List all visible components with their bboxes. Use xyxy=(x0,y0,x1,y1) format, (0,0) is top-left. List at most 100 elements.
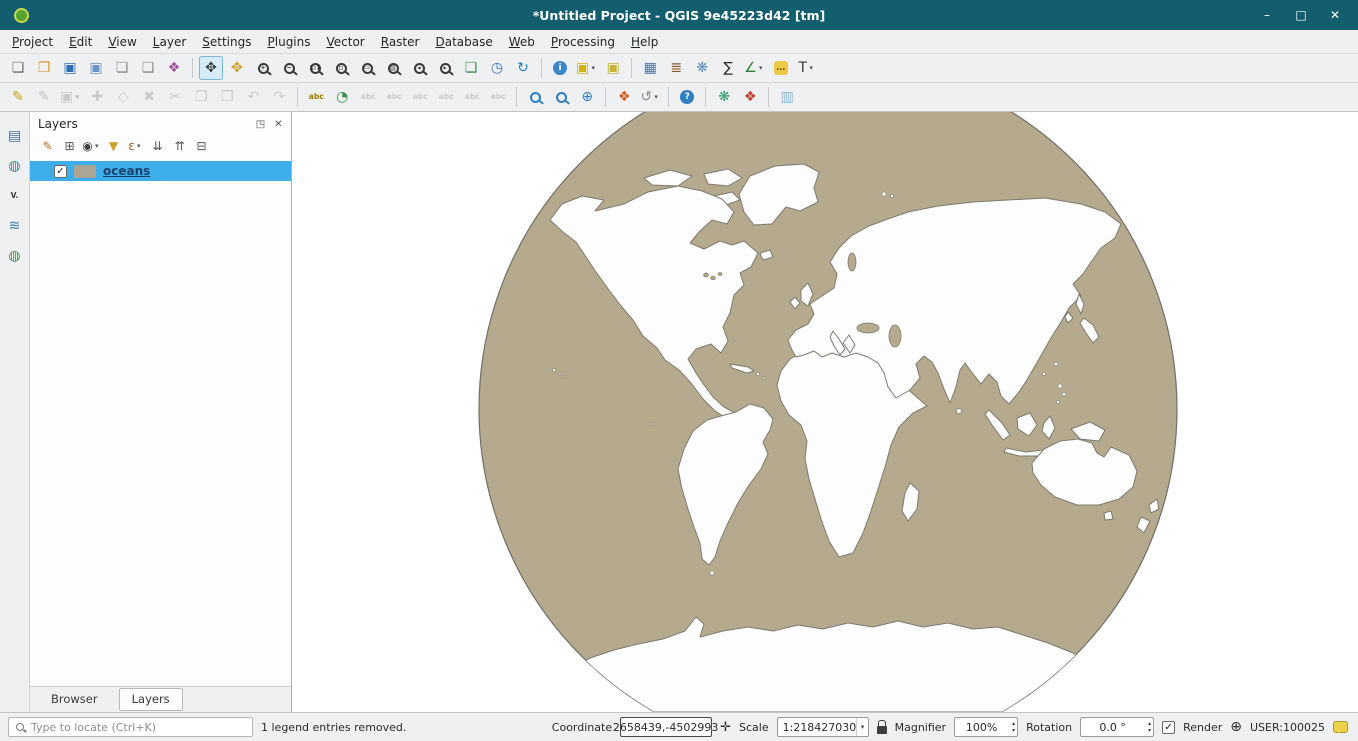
layer-labeling-button[interactable]: abc xyxy=(304,85,328,109)
statistical-summary-button[interactable]: ∑ xyxy=(716,56,740,80)
menu-plugins[interactable]: Plugins xyxy=(260,32,319,52)
menu-help[interactable]: Help xyxy=(623,32,666,52)
map-canvas[interactable] xyxy=(292,112,1358,712)
scale-dropdown-icon[interactable]: ▾ xyxy=(856,718,867,736)
collapse-all-button[interactable]: ⇈ xyxy=(170,137,189,156)
refresh-map-button[interactable]: ↻ xyxy=(511,56,535,80)
zoom-to-layer-button[interactable]: ▤ xyxy=(381,56,405,80)
float-panel-button[interactable]: ◳ xyxy=(254,118,267,131)
style-manager-button[interactable]: ❖ xyxy=(162,56,186,80)
pan-map-button[interactable]: ✥ xyxy=(199,56,223,80)
chart-tool-button[interactable]: ▥ xyxy=(775,85,799,109)
deselect-features-button[interactable]: ▣ xyxy=(601,56,625,80)
geometry-checker-button[interactable] xyxy=(549,85,573,109)
spin-up-icon[interactable]: ▴ xyxy=(1148,720,1151,727)
filter-by-expression-dropdown[interactable]: ▾ xyxy=(135,142,143,150)
select-features-dropdown[interactable]: ▾ xyxy=(589,64,597,72)
crs-globe-icon[interactable]: ⊕ xyxy=(1230,720,1242,734)
coordinate-capture-button[interactable]: ⊕ xyxy=(575,85,599,109)
filter-by-expression-button[interactable]: ε▾ xyxy=(126,137,145,156)
close-button[interactable]: ✕ xyxy=(1328,8,1342,22)
locator-input[interactable]: Type to locate (Ctrl+K) xyxy=(8,717,253,737)
filter-legend-button[interactable]: ▼ xyxy=(104,137,123,156)
manage-map-themes-button[interactable]: ◉▾ xyxy=(82,137,101,156)
rotation-spinbox[interactable]: 0.0 °▴▾ xyxy=(1080,717,1154,737)
dock-tab-layers[interactable]: Layers xyxy=(119,688,183,711)
log-messages-icon[interactable] xyxy=(1333,721,1348,733)
measure-line-dropdown[interactable]: ▾ xyxy=(757,64,765,72)
show-layout-manager-button[interactable]: ❏ xyxy=(136,56,160,80)
grass-tools-button[interactable]: ❖ xyxy=(612,85,636,109)
temporal-controller-button[interactable]: ◷ xyxy=(485,56,509,80)
processing-plugins-button[interactable]: ❋ xyxy=(712,85,736,109)
expand-all-button[interactable]: ⇊ xyxy=(148,137,167,156)
maximize-button[interactable]: □ xyxy=(1294,8,1308,22)
menu-settings[interactable]: Settings xyxy=(194,32,259,52)
pan-to-selection-button[interactable]: ✥ xyxy=(225,56,249,80)
measure-line-button[interactable]: ∠▾ xyxy=(742,56,767,80)
spin-down-icon[interactable]: ▾ xyxy=(1012,727,1015,734)
lock-scale-icon[interactable] xyxy=(877,726,887,734)
add-spatialite-layer-button[interactable]: ◍ xyxy=(3,154,27,178)
add-wms-layer-button[interactable]: ◍ xyxy=(3,244,27,268)
menu-processing[interactable]: Processing xyxy=(543,32,623,52)
metasearch-button[interactable] xyxy=(523,85,547,109)
magnifier-spinbox[interactable]: 100%▴▾ xyxy=(954,717,1018,737)
zoom-to-selection-button[interactable]: ▭ xyxy=(355,56,379,80)
layer-tree[interactable]: ✓ oceans xyxy=(30,160,291,686)
vertex-tool-button[interactable]: ◇ xyxy=(111,85,135,109)
menu-web[interactable]: Web xyxy=(501,32,543,52)
zoom-out-button[interactable]: − xyxy=(277,56,301,80)
scale-combo[interactable]: 1:218427030▾ xyxy=(777,717,869,737)
zoom-in-button[interactable]: + xyxy=(251,56,275,80)
select-features-button[interactable]: ▣▾ xyxy=(574,56,599,80)
layer-name[interactable]: oceans xyxy=(103,164,150,178)
save-layer-edits-dropdown[interactable]: ▾ xyxy=(73,93,81,101)
minimize-button[interactable]: – xyxy=(1260,8,1274,22)
manage-map-themes-dropdown[interactable]: ▾ xyxy=(93,142,101,150)
add-mesh-layer-button[interactable]: ≋ xyxy=(3,214,27,238)
menu-project[interactable]: Project xyxy=(4,32,61,52)
open-attribute-table-button[interactable]: ▦ xyxy=(638,56,662,80)
add-vector-layer-button[interactable]: V. xyxy=(3,184,27,208)
open-layer-styling-button[interactable]: ✎ xyxy=(38,137,57,156)
show-hide-labels-button[interactable]: abc xyxy=(408,85,432,109)
menu-database[interactable]: Database xyxy=(427,32,500,52)
crs-value[interactable]: USER:100025 xyxy=(1250,721,1325,734)
revert-edits-dropdown[interactable]: ▾ xyxy=(652,93,660,101)
copy-features-button[interactable]: ❐ xyxy=(189,85,213,109)
pin-unpin-labels-button[interactable]: abc xyxy=(382,85,406,109)
zoom-native-button[interactable]: 1:1 xyxy=(303,56,327,80)
layer-diagrams-button[interactable]: ◔ xyxy=(330,85,354,109)
open-project-button[interactable]: ❐ xyxy=(32,56,56,80)
text-annotation-dropdown[interactable]: ▾ xyxy=(807,64,815,72)
text-annotation-button[interactable]: T▾ xyxy=(795,56,819,80)
dock-tab-browser[interactable]: Browser xyxy=(38,688,111,711)
revert-edits-button[interactable]: ↺▾ xyxy=(638,85,662,109)
add-feature-button[interactable]: ✚ xyxy=(85,85,109,109)
coordinate-input[interactable]: 2658439,-4502993 xyxy=(620,717,712,737)
help-contents-button[interactable]: ? xyxy=(675,85,699,109)
save-layer-edits-button[interactable]: ▣▾ xyxy=(58,85,83,109)
save-project-button[interactable]: ▣ xyxy=(58,56,82,80)
zoom-last-button[interactable]: ◂ xyxy=(407,56,431,80)
menu-vector[interactable]: Vector xyxy=(319,32,373,52)
processing-toolbox-button[interactable]: ❖ xyxy=(738,85,762,109)
change-label-button[interactable]: abc xyxy=(486,85,510,109)
highlight-pinned-labels-button[interactable]: abc xyxy=(356,85,380,109)
menu-view[interactable]: View xyxy=(100,32,144,52)
menu-raster[interactable]: Raster xyxy=(373,32,428,52)
spin-down-icon[interactable]: ▾ xyxy=(1148,727,1151,734)
menu-layer[interactable]: Layer xyxy=(145,32,194,52)
toggle-editing-button[interactable]: ✎ xyxy=(32,85,56,109)
close-panel-button[interactable]: ✕ xyxy=(272,118,285,131)
new-project-button[interactable]: ❏ xyxy=(6,56,30,80)
layer-checkbox[interactable]: ✓ xyxy=(54,165,67,178)
new-print-layout-button[interactable]: ❏ xyxy=(110,56,134,80)
data-source-manager-button[interactable]: ▤ xyxy=(3,124,27,148)
delete-selected-button[interactable]: ✖ xyxy=(137,85,161,109)
remove-layer-button[interactable]: ⊟ xyxy=(192,137,211,156)
spin-up-icon[interactable]: ▴ xyxy=(1012,720,1015,727)
layer-row[interactable]: ✓ oceans xyxy=(30,161,291,181)
menu-edit[interactable]: Edit xyxy=(61,32,100,52)
